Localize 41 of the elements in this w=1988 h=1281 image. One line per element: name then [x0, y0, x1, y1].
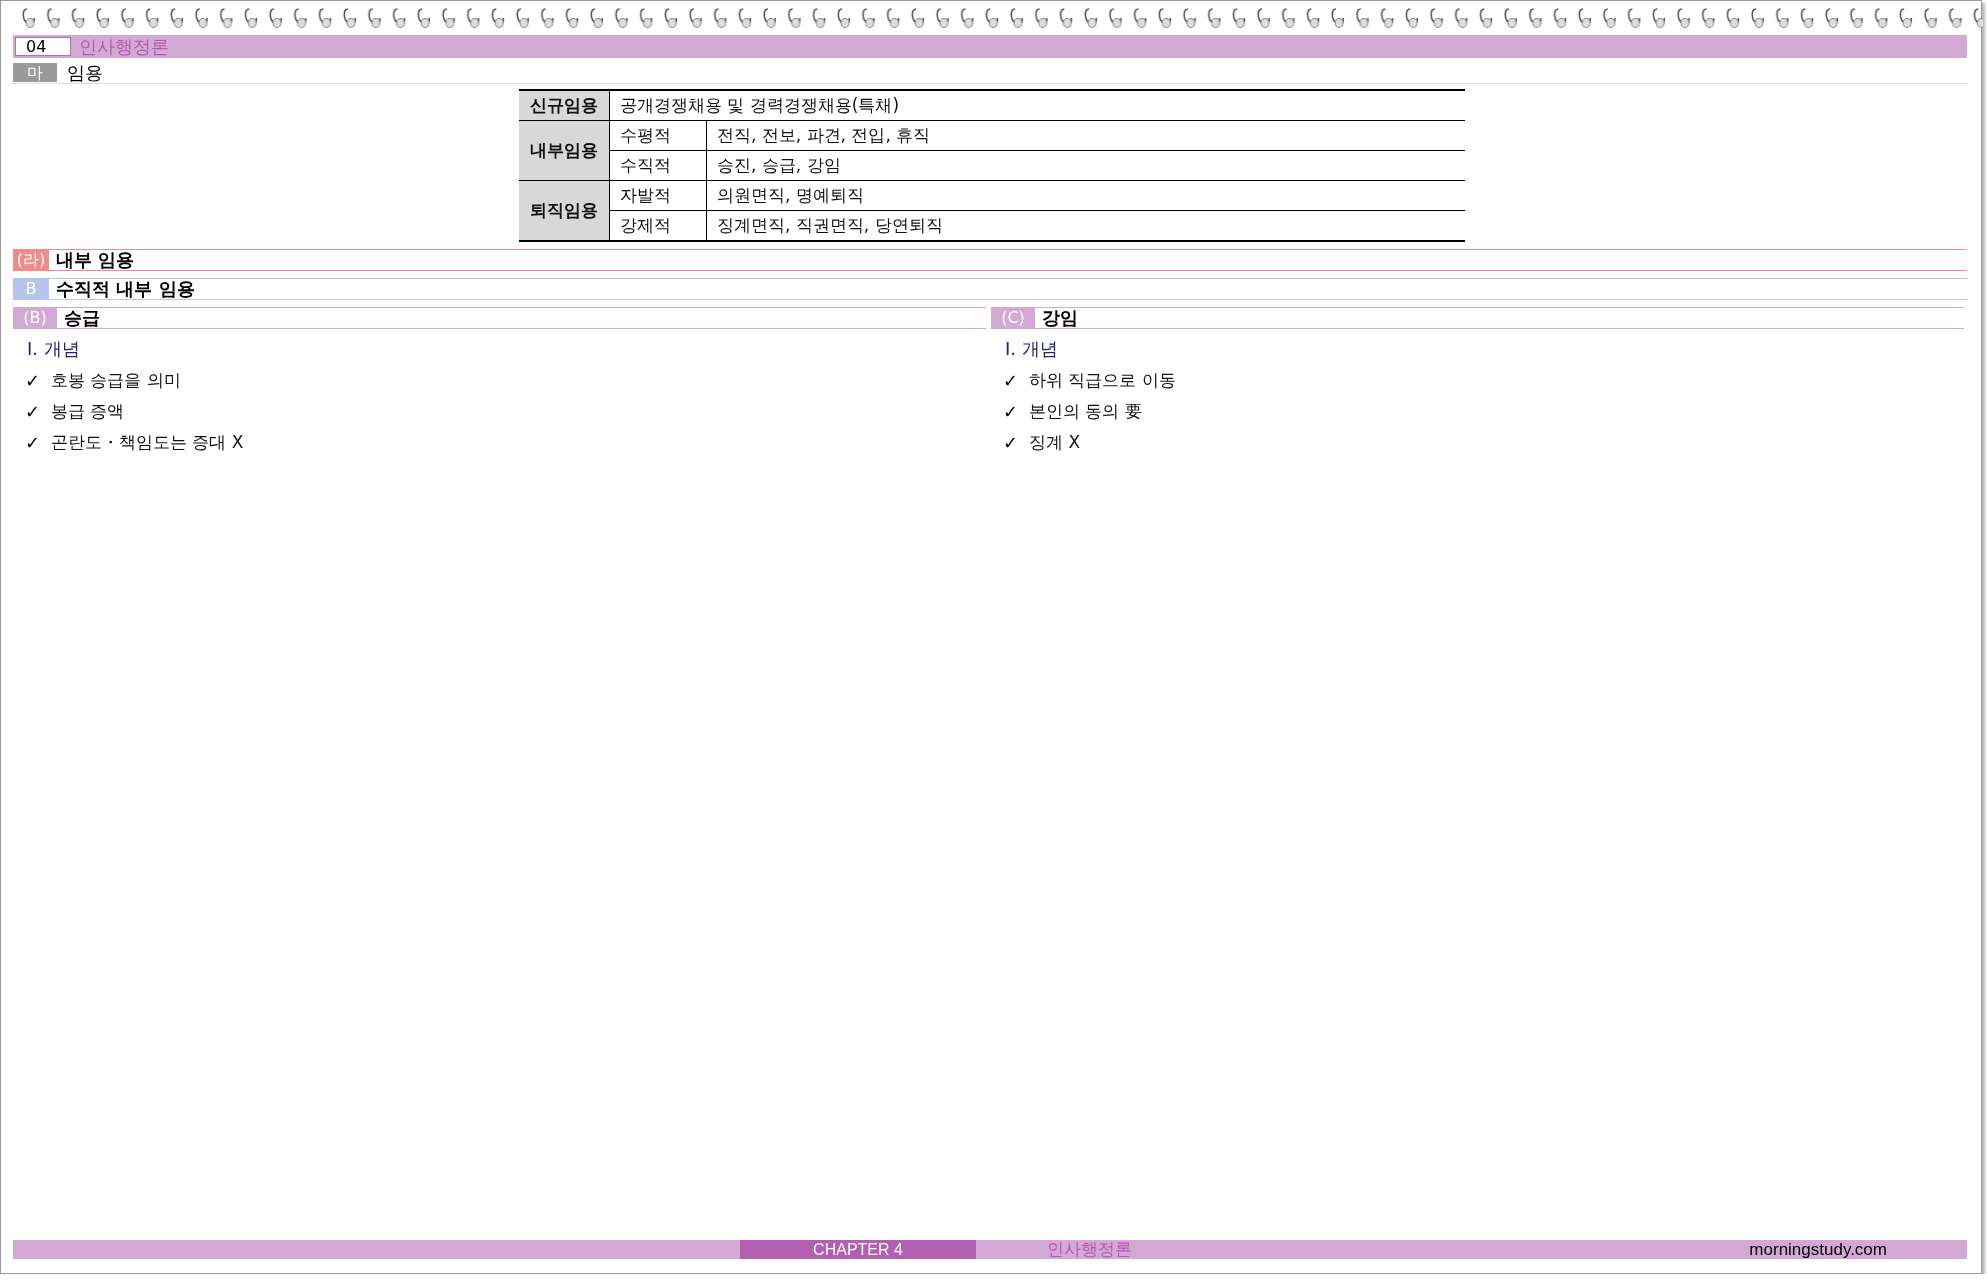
topic-marker: (B) [13, 308, 57, 328]
topic-marker: (C) [991, 308, 1035, 328]
bullet-text: 봉급 증액 [51, 400, 125, 423]
table-cell: 공개경쟁채용 및 경력경쟁채용(특채) [609, 90, 1465, 121]
check-mark: ✓ [25, 401, 42, 422]
row-header: 신규임용 [519, 90, 610, 121]
bullet-text: 본인의 동의 要 [1029, 400, 1142, 423]
bullet-text: 곤란도・책임도는 증대 X [51, 431, 244, 454]
topic-title: 강임 [1042, 308, 1078, 328]
chapter-label: CHAPTER 4 [740, 1240, 976, 1259]
subheading: Ⅰ. 개념 [27, 337, 80, 361]
check-mark: ✓ [1003, 432, 1020, 453]
chapter-title: 인사행정론 [79, 34, 169, 59]
table-cell: 수평적 [609, 120, 707, 151]
check-mark: ✓ [25, 370, 42, 391]
section-marker: 마 [13, 63, 57, 82]
table-cell: 승진, 승급, 강임 [706, 150, 1465, 181]
heading-title: 내부 임용 [56, 250, 135, 270]
footer-subject: 인사행정론 [1047, 1238, 1132, 1261]
check-mark: ✓ [1003, 370, 1020, 391]
table-cell: 징계면직, 직권면직, 당연퇴직 [706, 210, 1465, 241]
bullet-text: 징계 X [1029, 431, 1081, 454]
table-cell: 자발적 [609, 180, 707, 211]
table-cell: 전직, 전보, 파견, 전입, 휴직 [706, 120, 1465, 151]
row-header: 내부임용 [519, 120, 610, 181]
table-cell: 강제적 [609, 210, 707, 241]
topic-title: 승급 [64, 308, 100, 328]
check-mark: ✓ [25, 432, 42, 453]
heading-marker: B [13, 279, 49, 299]
heading-marker: (라) [13, 250, 49, 270]
heading-title: 수직적 내부 임용 [56, 279, 195, 299]
table-cell: 의원면직, 명예퇴직 [706, 180, 1465, 211]
chapter-number: 04 [15, 37, 71, 56]
row-header: 퇴직임용 [519, 180, 610, 241]
section-title: 임용 [67, 60, 103, 85]
bullet-text: 호봉 승급을 의미 [51, 369, 181, 392]
footer-site: morningstudy.com [1749, 1239, 1887, 1260]
bullet-text: 하위 직급으로 이동 [1029, 369, 1176, 392]
subheading: Ⅰ. 개념 [1005, 337, 1058, 361]
table-cell: 수직적 [609, 150, 707, 181]
check-mark: ✓ [1003, 401, 1020, 422]
